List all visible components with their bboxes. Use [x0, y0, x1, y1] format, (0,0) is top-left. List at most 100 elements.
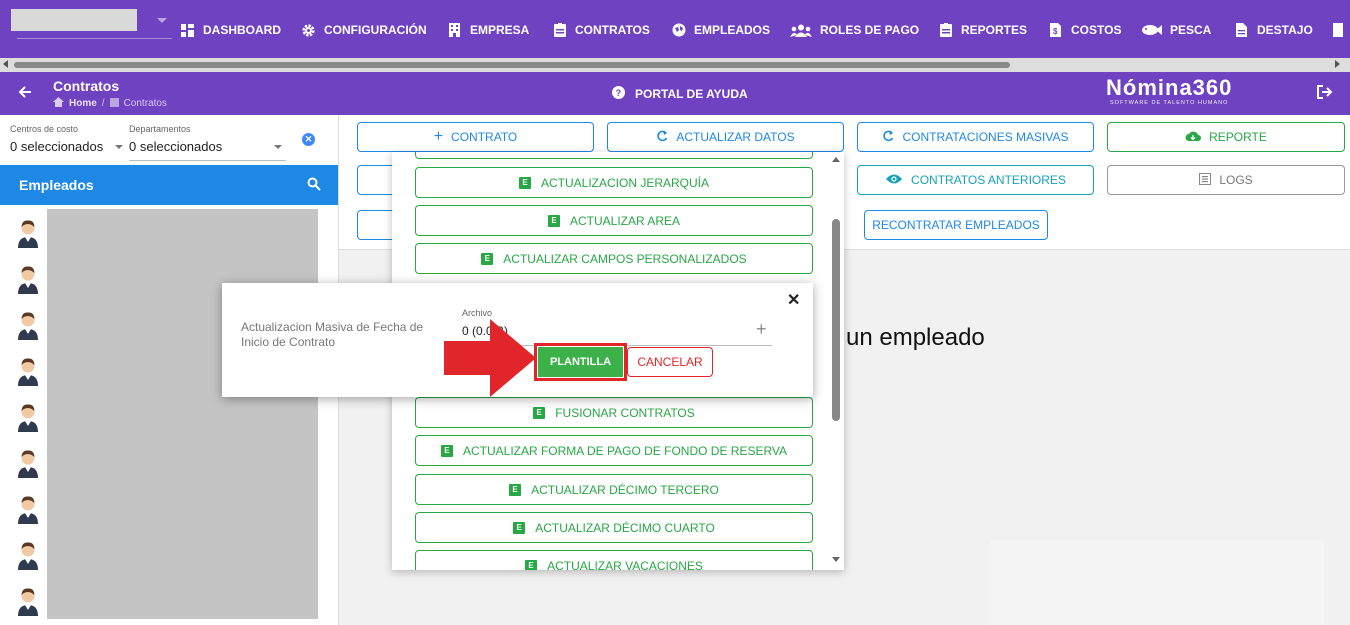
cost-center-select[interactable]: 0 seleccionados — [10, 139, 103, 154]
svg-text:?: ? — [616, 88, 622, 98]
nav-label: EMPLEADOS — [694, 23, 771, 37]
clipboard-icon — [938, 23, 953, 38]
brand-logo: Nómina360 SOFTWARE DE TALENTO HUMANO — [1106, 75, 1233, 107]
department-select[interactable]: 0 seleccionados — [129, 139, 222, 154]
employees-title: Empleados — [19, 177, 94, 193]
scrollbar-thumb[interactable] — [832, 219, 840, 421]
search-icon[interactable] — [307, 177, 321, 196]
button-label: REPORTE — [1209, 130, 1267, 144]
dropdown-item[interactable]: E ACTUALIZAR AREA — [415, 205, 813, 236]
logo-text: Nómina360 — [1106, 75, 1233, 100]
toolbar-button-hidden[interactable] — [357, 210, 397, 240]
invoice-icon: $ — [1048, 23, 1063, 38]
nav-empresa[interactable]: EMPRESA — [447, 20, 529, 40]
bulk-hiring-button[interactable]: CONTRATACIONES MASIVAS — [857, 122, 1094, 152]
breadcrumb-separator: / — [101, 98, 105, 109]
cancel-button[interactable]: CANCELAR — [627, 347, 713, 377]
dropdown-item-label: FUSIONAR CONTRATOS — [555, 405, 695, 420]
content-panel — [990, 540, 1324, 625]
building-icon — [447, 23, 462, 38]
avatar[interactable] — [16, 310, 40, 340]
avatar[interactable] — [16, 586, 40, 616]
nav-label: CONTRATOS — [575, 23, 650, 37]
logs-button[interactable]: LOGS — [1107, 165, 1345, 195]
excel-icon: E — [518, 176, 531, 189]
avatar[interactable] — [16, 448, 40, 478]
refresh-data-button[interactable]: ACTUALIZAR DATOS — [607, 122, 844, 152]
nav-label: CONFIGURACIÓN — [324, 23, 427, 37]
red-arrow-annotation — [444, 319, 536, 402]
rehire-employees-button[interactable]: RECONTRATAR EMPLEADOS — [864, 210, 1048, 240]
nav-configuracion[interactable]: CONFIGURACIÓN — [301, 20, 427, 40]
button-label: CONTRATO — [451, 130, 518, 144]
chevron-down-icon[interactable] — [274, 145, 282, 149]
avatar[interactable] — [16, 264, 40, 294]
template-button[interactable]: PLANTILLA — [534, 343, 627, 381]
dropdown-item[interactable]: E ACTUALIZAR FORMA DE PAGO DE FONDO DE RE… — [415, 435, 813, 466]
file-icon — [1234, 23, 1249, 38]
dropdown-item[interactable]: E ACTUALIZAR DÉCIMO CUARTO — [415, 512, 813, 543]
company-select[interactable] — [11, 9, 137, 31]
refresh-icon — [656, 130, 668, 145]
nav-costos[interactable]: $ COSTOS — [1048, 20, 1121, 40]
chevron-down-icon[interactable] — [157, 18, 167, 23]
nav-label: PESCA — [1170, 23, 1212, 37]
avatar[interactable] — [16, 402, 40, 432]
scroll-left-icon[interactable] — [3, 60, 8, 68]
avatar[interactable] — [16, 494, 40, 524]
dropdown-item[interactable]: E ACTUALIZAR CAMPOS PERSONALIZADOS — [415, 243, 813, 274]
breadcrumb-home[interactable]: Home — [69, 98, 97, 109]
dropdown-item-label: ACTUALIZACION JERARQUÍA — [540, 175, 710, 190]
nav-reportes[interactable]: REPORTES — [938, 20, 1027, 40]
logout-icon[interactable] — [1317, 85, 1333, 104]
dropdown-item-label: ACTUALIZAR AREA — [569, 213, 681, 228]
cloud-download-icon — [1185, 130, 1202, 145]
dropdown-item[interactable]: E ACTUALIZAR DÉCIMO TERCERO — [415, 474, 813, 505]
previous-contracts-button[interactable]: CONTRATOS ANTERIORES — [857, 165, 1094, 195]
nav-destajo[interactable]: DESTAJO — [1234, 20, 1313, 40]
breadcrumb-current: Contratos — [123, 98, 167, 109]
scroll-up-icon[interactable] — [832, 157, 840, 162]
back-arrow-icon[interactable] — [18, 84, 32, 102]
dropdown-item[interactable]: E ACTUALIZACION JERARQUÍA — [415, 167, 813, 198]
clear-filter-icon[interactable]: ✕ — [302, 133, 315, 146]
dropdown-item-partial[interactable] — [415, 152, 813, 159]
dropdown-item[interactable]: E ACTUALIZAR VACACIONES — [415, 550, 813, 570]
add-contract-button[interactable]: + CONTRATO — [357, 122, 594, 152]
excel-icon: E — [481, 252, 494, 265]
help-label: PORTAL DE AYUDA — [635, 87, 748, 101]
help-portal-link[interactable]: ? PORTAL DE AYUDA — [612, 86, 748, 102]
nav-pesca[interactable]: PESCA — [1142, 20, 1211, 40]
nav-dashboard[interactable]: DASHBOARD — [180, 20, 281, 40]
scroll-right-icon[interactable] — [1335, 60, 1340, 68]
avatar[interactable] — [16, 540, 40, 570]
clipboard-icon — [109, 97, 119, 110]
page-title: Contratos — [53, 78, 120, 94]
chevron-down-icon[interactable] — [115, 145, 123, 149]
nav-overflow-icon[interactable] — [1333, 23, 1343, 37]
file-field-label: Archivo — [462, 308, 493, 318]
refresh-icon — [882, 130, 894, 145]
report-button[interactable]: REPORTE — [1107, 122, 1345, 152]
home-icon — [53, 97, 64, 110]
nav-empleados[interactable]: EMPLEADOS — [671, 20, 770, 40]
button-label: ACTUALIZAR DATOS — [676, 130, 795, 144]
excel-icon: E — [533, 406, 546, 419]
scroll-down-icon[interactable] — [832, 557, 840, 562]
plus-icon: + — [433, 128, 444, 145]
close-icon[interactable]: ✕ — [787, 290, 800, 310]
avatar[interactable] — [16, 218, 40, 248]
nav-contratos[interactable]: CONTRATOS — [552, 20, 650, 40]
fish-icon — [1142, 23, 1162, 38]
logo-subtitle: SOFTWARE DE TALENTO HUMANO — [1110, 100, 1229, 106]
scrollbar-thumb[interactable] — [14, 62, 1010, 68]
employee-list-redacted[interactable] — [47, 209, 318, 619]
modal-label: Actualizacion Masiva de Fecha de Inicio … — [241, 320, 424, 349]
toolbar-button-hidden[interactable] — [357, 165, 397, 195]
add-file-icon[interactable]: + — [756, 319, 767, 340]
question-circle-icon: ? — [612, 86, 625, 102]
nav-roles-de-pago[interactable]: ROLES DE PAGO — [790, 20, 919, 40]
excel-icon: E — [509, 483, 522, 496]
avatar[interactable] — [16, 356, 40, 386]
excel-icon: E — [547, 214, 560, 227]
